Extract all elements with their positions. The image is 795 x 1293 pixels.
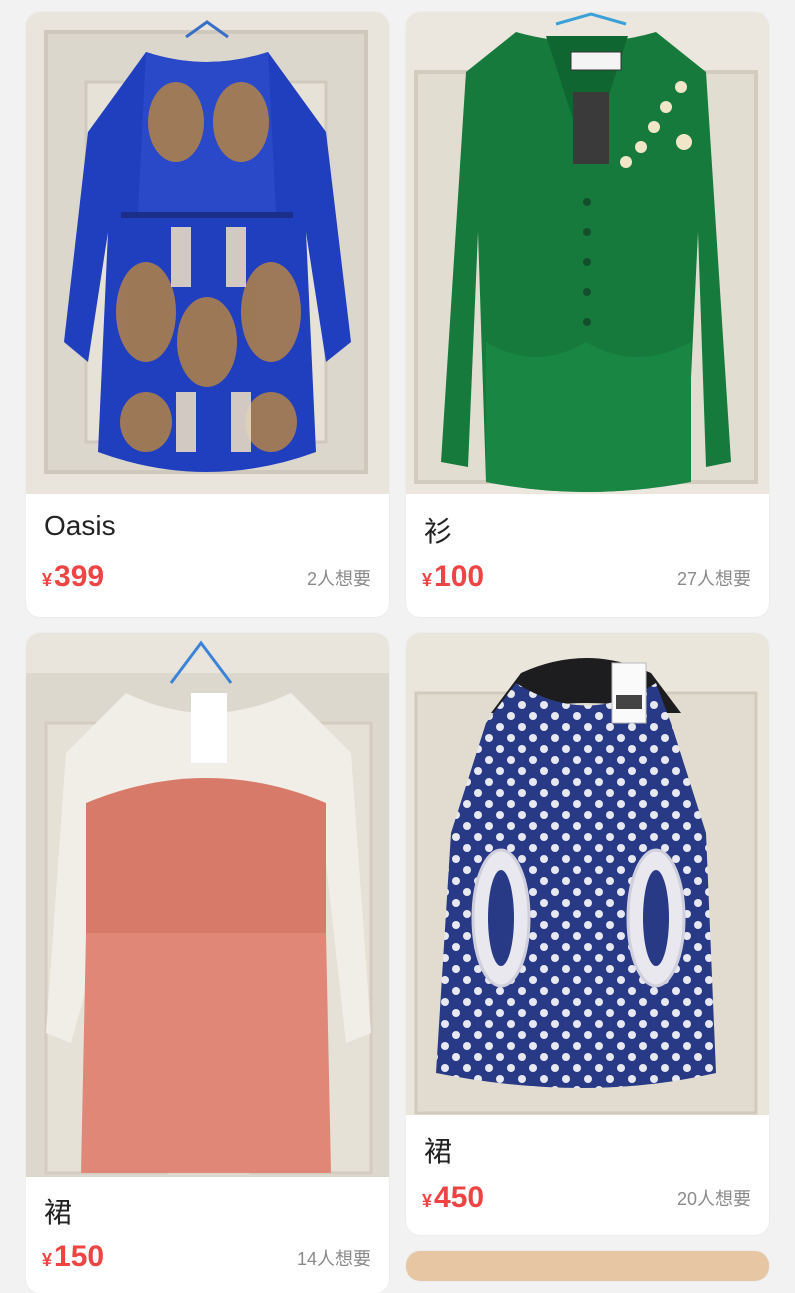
product-title[interactable]: 衫 <box>424 510 452 550</box>
product-price: ¥100 <box>422 560 484 594</box>
product-price: ¥450 <box>422 1181 484 1215</box>
product-image[interactable] <box>406 12 769 494</box>
currency-symbol: ¥ <box>422 1191 433 1211</box>
product-card[interactable]: Oasis ¥399 2人想要 <box>26 12 389 617</box>
price-value: 100 <box>434 560 485 593</box>
price-value: 450 <box>434 1181 485 1214</box>
product-title[interactable]: Oasis <box>44 510 116 542</box>
wants-count: 14人想要 <box>296 1249 371 1269</box>
currency-symbol: ¥ <box>42 570 53 590</box>
product-card[interactable]: 衫 ¥100 27人想要 <box>406 12 769 617</box>
wants-count: 20人想要 <box>676 1189 751 1209</box>
currency-symbol: ¥ <box>422 570 433 590</box>
product-card[interactable]: 裙 ¥450 20人想要 <box>406 633 769 1235</box>
product-card[interactable]: 裙 ¥150 14人想要 <box>26 633 389 1293</box>
product-image[interactable] <box>406 1251 769 1281</box>
product-card[interactable] <box>406 1251 769 1281</box>
product-title[interactable]: 裙 <box>44 1191 72 1231</box>
product-price: ¥399 <box>42 560 104 594</box>
currency-symbol: ¥ <box>42 1250 53 1270</box>
price-value: 150 <box>54 1240 105 1273</box>
product-price: ¥150 <box>42 1240 104 1274</box>
product-title[interactable]: 裙 <box>424 1130 452 1170</box>
price-value: 399 <box>54 560 105 593</box>
product-image[interactable] <box>26 12 389 494</box>
wants-count: 2人想要 <box>306 569 371 589</box>
product-image[interactable] <box>406 633 769 1115</box>
product-image[interactable] <box>26 633 389 1177</box>
wants-count: 27人想要 <box>676 569 751 589</box>
